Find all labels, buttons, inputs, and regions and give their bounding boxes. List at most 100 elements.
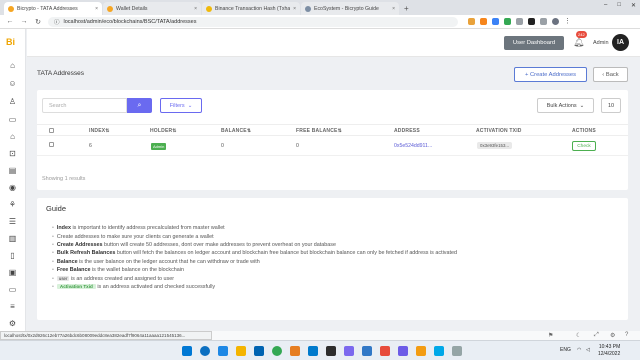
edge-icon[interactable]	[200, 346, 210, 356]
close-tab-icon[interactable]: ×	[293, 6, 296, 12]
reload-icon[interactable]: ↻	[34, 18, 42, 26]
table-header: INDEX⇅ HOLDER⇅ BALANCE⇅ FREE BALANCE⇅ AD…	[37, 124, 628, 136]
extension-icon[interactable]	[480, 18, 487, 25]
briefcase-icon[interactable]: ▭	[8, 116, 17, 124]
puzzle-icon[interactable]	[540, 18, 547, 25]
guide-item: • user is an address created and assigned…	[52, 276, 175, 282]
sidebar: Bi ⌂ ☺ ♙ ▭ ⌂ ⊡ ▤ ◉ ⚘ ☰ ▥ ▯ ▣ ▭ ≡ ⚙	[0, 29, 26, 331]
system-clock[interactable]: 10:43 PM 12/4/2022	[598, 344, 620, 358]
close-tab-icon[interactable]: ×	[392, 6, 395, 12]
bell-icon[interactable]: 🔔︎	[573, 37, 584, 48]
page-title: TATA Addresses	[37, 70, 84, 77]
language-indicator[interactable]: ENG	[560, 347, 571, 353]
tab-wallet-details[interactable]: Wallet Details ×	[103, 2, 201, 15]
app-icon[interactable]	[344, 346, 354, 356]
url-field[interactable]: ⓘ localhost/admin/eco/blockchains/BSC/TA…	[48, 16, 458, 27]
close-tab-icon[interactable]: ×	[95, 6, 98, 12]
row-checkbox[interactable]	[49, 142, 54, 147]
chrome-icon[interactable]	[272, 346, 282, 356]
moon-icon[interactable]: ☾	[576, 332, 581, 339]
close-window-icon[interactable]: ✕	[631, 2, 636, 9]
column-header-holder[interactable]: HOLDER⇅	[150, 128, 177, 134]
cart-icon[interactable]: ⊡	[8, 150, 17, 158]
app-icon[interactable]	[290, 346, 300, 356]
settings-icon[interactable]: ⚙	[8, 320, 17, 328]
minimize-icon[interactable]: –	[604, 2, 607, 9]
column-header-index[interactable]: INDEX⇅	[89, 128, 110, 134]
search-button[interactable]: ⌕	[127, 98, 152, 113]
extension-icon[interactable]	[516, 18, 523, 25]
back-arrow-icon[interactable]: ←	[6, 18, 14, 25]
notification-count-badge: 242	[576, 31, 587, 38]
search-input[interactable]: Search	[42, 98, 127, 113]
app-icon[interactable]	[362, 346, 372, 356]
bank-icon[interactable]: ⌂	[8, 133, 17, 141]
network-icon[interactable]: ⚘	[8, 201, 17, 209]
book-icon[interactable]: ▯	[8, 252, 17, 260]
vscode-icon[interactable]	[308, 346, 318, 356]
card-icon[interactable]: ▭	[8, 286, 17, 294]
terminal-icon[interactable]	[326, 346, 336, 356]
chevron-down-icon: ⌄	[579, 102, 585, 109]
check-button[interactable]: Check	[572, 141, 596, 151]
extension-icon[interactable]	[504, 18, 511, 25]
volume-icon[interactable]: ◁	[586, 347, 590, 353]
settings-icon[interactable]: ⚙	[610, 332, 615, 339]
app-icon[interactable]	[398, 346, 408, 356]
column-header-balance[interactable]: BALANCE⇅	[221, 128, 251, 134]
filters-button[interactable]: Filters ⌄	[160, 98, 202, 113]
url-text: localhost/admin/eco/blockchains/BSC/TATA…	[63, 18, 197, 25]
new-tab-button[interactable]: +	[404, 4, 409, 13]
chart-icon[interactable]: ▤	[8, 167, 17, 175]
explorer-icon[interactable]	[236, 346, 246, 356]
maximize-icon[interactable]: □	[617, 2, 621, 9]
select-all-checkbox[interactable]	[49, 128, 54, 133]
profile-icon[interactable]	[552, 18, 559, 25]
extension-icon[interactable]	[492, 18, 499, 25]
close-tab-icon[interactable]: ×	[194, 6, 197, 12]
wifi-icon[interactable]: ◠	[577, 347, 581, 353]
avatar[interactable]: IA	[612, 34, 629, 51]
create-addresses-button[interactable]: + Create Addresses	[514, 67, 587, 82]
extension-icon[interactable]	[468, 18, 475, 25]
building-icon[interactable]: ▥	[8, 235, 17, 243]
wallet-icon[interactable]: ▣	[8, 269, 17, 277]
tab-ecosystem-guide[interactable]: EcoSystem - Bicrypto Guide ×	[301, 2, 399, 15]
windows-start-icon[interactable]	[182, 346, 192, 356]
extension-icon[interactable]	[528, 18, 535, 25]
back-button[interactable]: ‹ Back	[593, 67, 628, 82]
bicrypto-logo[interactable]: Bi	[6, 37, 15, 47]
users-icon[interactable]: ☺	[8, 80, 17, 88]
user-dashboard-button[interactable]: User Dashboard	[504, 36, 564, 50]
app-icon[interactable]	[434, 346, 444, 356]
address-link[interactable]: 0x5e524dd911...	[394, 143, 432, 149]
coins-icon[interactable]: ◉	[8, 184, 17, 192]
bulk-actions-dropdown[interactable]: Bulk Actions ⌄	[537, 98, 594, 113]
app-icon[interactable]	[452, 346, 462, 356]
bicrypto-favicon-icon	[107, 5, 113, 12]
flag-icon[interactable]: ⚑	[548, 332, 553, 339]
holder-badge: Admin	[151, 143, 167, 150]
search-icon: ⌕	[137, 101, 142, 109]
guide-item: • Create Addresses button will create 50 …	[52, 242, 336, 248]
home-icon[interactable]: ⌂	[8, 62, 17, 70]
forward-arrow-icon[interactable]: →	[20, 18, 28, 25]
user-icon[interactable]: ♙	[8, 98, 17, 106]
list-icon[interactable]: ≡	[8, 303, 17, 311]
activation-txid-badge[interactable]: 0x3e93fe153...	[477, 142, 513, 149]
app-icon[interactable]	[416, 346, 426, 356]
tab-tata-addresses[interactable]: Bicrypto - TATA Addresses ×	[4, 2, 102, 15]
guide-card: Guide • Index is important to identify ad…	[37, 198, 628, 320]
app-icon[interactable]	[254, 346, 264, 356]
store-icon[interactable]	[218, 346, 228, 356]
expand-icon[interactable]: ⤢	[594, 332, 599, 339]
filter-icon[interactable]: ☰	[8, 218, 17, 226]
per-page-select[interactable]: 10	[601, 98, 621, 113]
column-header-actions: ACTIONS	[572, 128, 596, 134]
app-icon[interactable]	[380, 346, 390, 356]
column-header-free-balance[interactable]: FREE BALANCE⇅	[296, 128, 342, 134]
admin-label: Admin	[593, 40, 609, 46]
menu-dots-icon[interactable]: ⋮	[564, 18, 571, 25]
tab-binance-txhash[interactable]: Binance Transaction Hash (Txhash... ×	[202, 2, 300, 15]
question-icon[interactable]: ?	[625, 332, 628, 338]
